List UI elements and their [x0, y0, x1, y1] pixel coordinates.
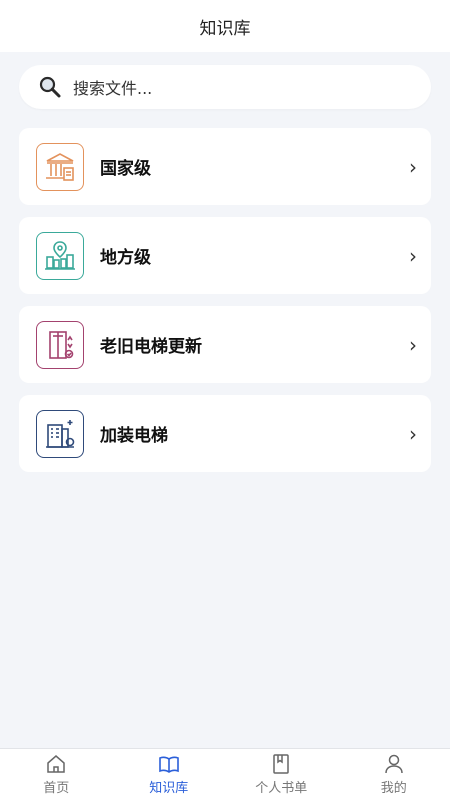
header-bar: 知识库: [0, 0, 450, 52]
category-label: 老旧电梯更新: [100, 337, 202, 357]
category-card-old-elevator-renewal[interactable]: 老旧电梯更新 ›: [19, 306, 431, 383]
tab-label: 我的: [380, 781, 407, 796]
chevron-right-icon: ›: [409, 332, 417, 357]
tab-me[interactable]: 我的: [338, 749, 450, 800]
tab-knowledge-base[interactable]: 知识库: [113, 749, 226, 800]
chevron-right-icon: ›: [409, 243, 417, 268]
category-card-local[interactable]: 地方级 ›: [19, 217, 431, 294]
elevator-renewal-icon: [36, 320, 84, 369]
city-location-icon: [36, 231, 84, 280]
page-title: 知识库: [199, 18, 251, 39]
chevron-right-icon: ›: [409, 421, 417, 446]
building-elevator-icon: [36, 409, 84, 458]
search-icon: [37, 74, 63, 100]
search-bar[interactable]: 搜索文件...: [19, 65, 431, 109]
category-label: 国家级: [100, 159, 151, 179]
book-open-icon: [158, 756, 179, 773]
tab-home[interactable]: 首页: [0, 749, 113, 800]
user-icon: [385, 754, 403, 774]
home-icon: [47, 755, 65, 773]
bottom-tab-bar: 首页 知识库 个人书单 我的: [0, 748, 450, 800]
tab-personal-booklist[interactable]: 个人书单: [225, 749, 338, 800]
tab-label: 知识库: [149, 781, 189, 796]
chevron-right-icon: ›: [409, 154, 417, 179]
category-label: 加装电梯: [100, 426, 168, 446]
government-building-icon: [36, 142, 84, 191]
bookmark-book-icon: [273, 754, 289, 774]
category-card-national[interactable]: 国家级 ›: [19, 128, 431, 205]
category-label: 地方级: [100, 248, 151, 268]
search-input[interactable]: 搜索文件...: [73, 75, 152, 99]
tab-label: 个人书单: [255, 781, 308, 796]
tab-label: 首页: [43, 781, 70, 796]
category-card-add-elevator[interactable]: 加装电梯 ›: [19, 395, 431, 472]
